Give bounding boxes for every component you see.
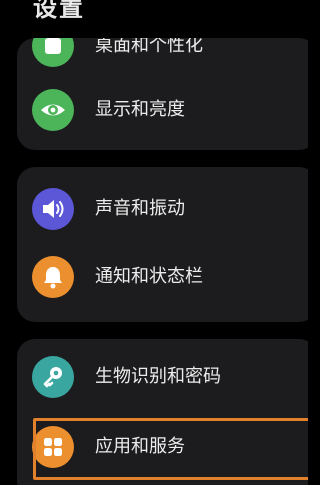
settings-item-label: 显示和亮度 [95, 99, 185, 120]
bell-icon [32, 256, 74, 298]
speaker-icon [32, 188, 74, 230]
key-icon [32, 356, 74, 398]
settings-screen: 设置 桌面和个性化 显示和亮度 声音和振动 通知和状态栏 生物识别和密码 应用和… [0, 0, 308, 485]
settings-item-sound-vibration[interactable]: 声音和振动 [17, 179, 308, 239]
page-title: 设置 [33, 0, 85, 22]
settings-item-label: 应用和服务 [95, 436, 185, 457]
settings-item-desktop-personalization[interactable]: 桌面和个性化 [17, 38, 308, 76]
eye-icon [32, 89, 74, 131]
settings-item-notifications-status-bar[interactable]: 通知和状态栏 [17, 247, 308, 307]
settings-item-label: 声音和振动 [95, 198, 185, 219]
settings-item-display-brightness[interactable]: 显示和亮度 [17, 80, 308, 140]
settings-group-sound-notifications: 声音和振动 通知和状态栏 [17, 167, 308, 322]
settings-group-security-apps: 生物识别和密码 应用和服务 [17, 339, 308, 485]
settings-item-label: 通知和状态栏 [95, 266, 203, 287]
settings-item-apps-services[interactable]: 应用和服务 [17, 417, 308, 477]
settings-item-label: 桌面和个性化 [95, 38, 203, 56]
apps-icon [32, 426, 74, 468]
settings-item-label: 生物识别和密码 [95, 366, 221, 387]
settings-group-personalization: 桌面和个性化 显示和亮度 [17, 38, 308, 150]
settings-item-biometrics-password[interactable]: 生物识别和密码 [17, 347, 308, 407]
palette-icon [32, 38, 74, 67]
